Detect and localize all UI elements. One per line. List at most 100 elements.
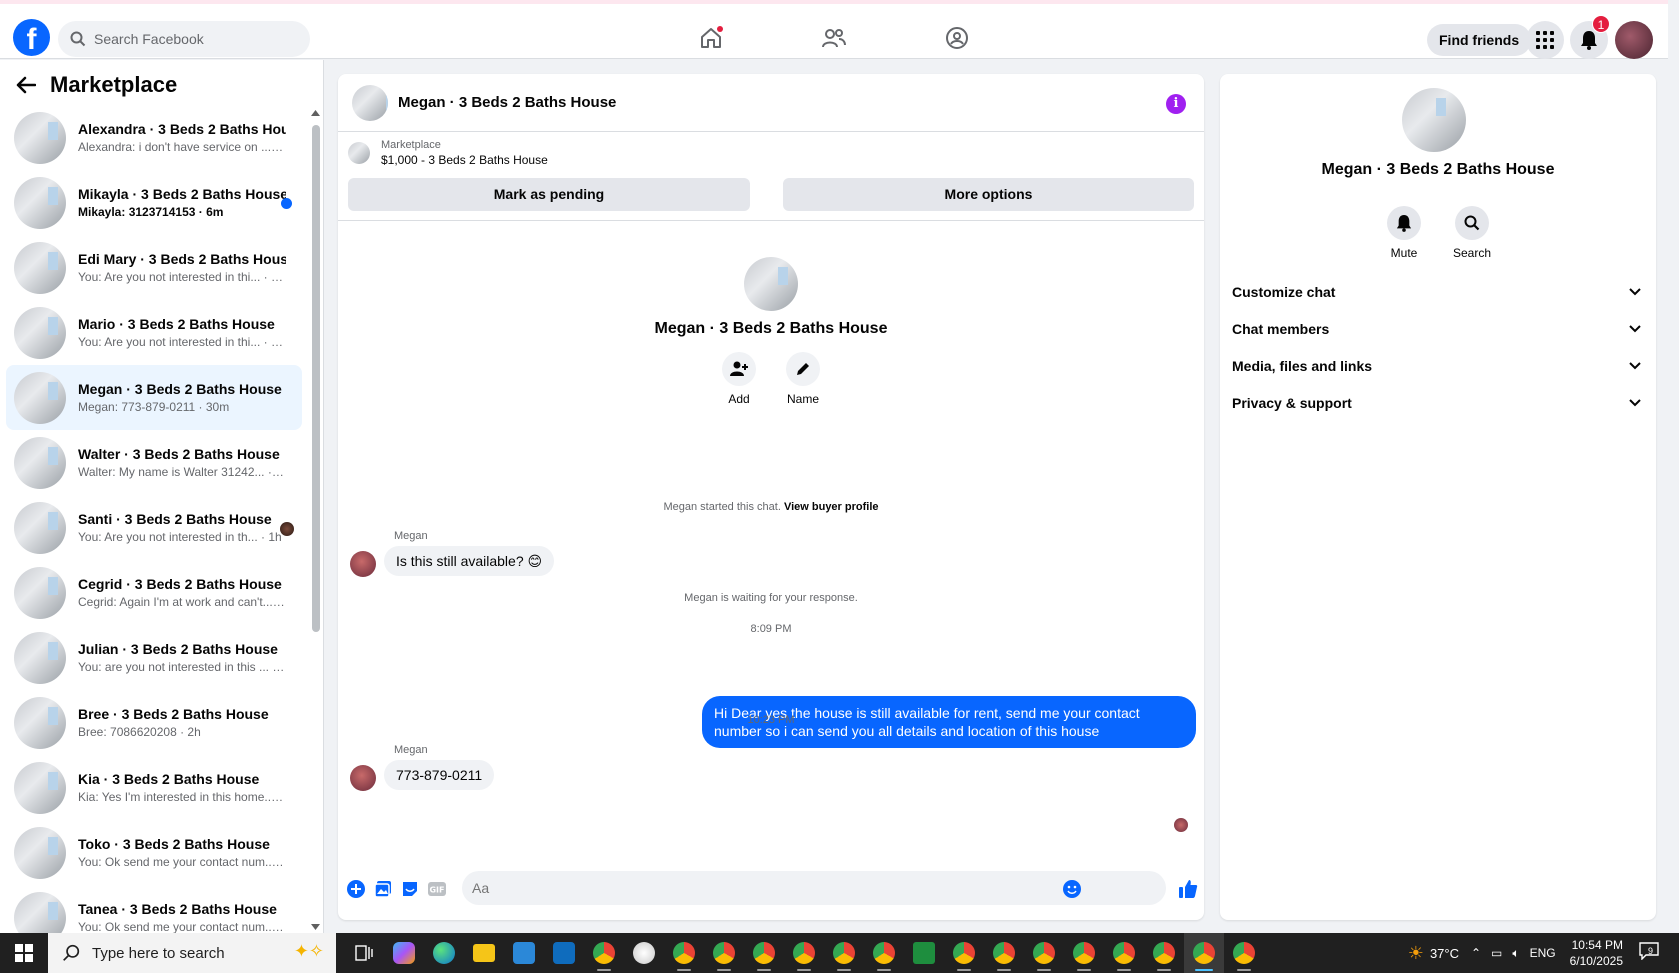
chrome-icon[interactable] xyxy=(864,933,904,973)
conversation-item[interactable]: Julian · 3 Beds 2 Baths House You: are yo… xyxy=(6,625,302,690)
menu-grid-icon[interactable] xyxy=(1526,21,1564,59)
bell-icon xyxy=(1396,215,1412,232)
edge-icon[interactable] xyxy=(424,933,464,973)
conversation-title: Cegrid · 3 Beds 2 Baths House xyxy=(78,576,282,592)
chrome-icon[interactable] xyxy=(664,933,704,973)
media-files-links-section[interactable]: Media, files and links xyxy=(1232,348,1642,384)
chrome-icon[interactable] xyxy=(704,933,744,973)
copilot-icon[interactable] xyxy=(384,933,424,973)
chrome-icon[interactable] xyxy=(944,933,984,973)
mark-as-pending-button[interactable]: Mark as pending xyxy=(348,178,750,211)
thumbs-up-icon[interactable] xyxy=(1178,879,1198,899)
chat-title[interactable]: Megan · 3 Beds 2 Baths House xyxy=(398,94,616,111)
privacy-support-section[interactable]: Privacy & support xyxy=(1232,385,1642,421)
message-composer: GIF xyxy=(338,868,1204,910)
sidebar-scroll-thumb[interactable] xyxy=(312,125,320,632)
sidebar-scrollbar[interactable] xyxy=(311,110,320,930)
search-facebook-input[interactable]: Search Facebook xyxy=(58,21,310,57)
network-icon[interactable]: ▭ xyxy=(1491,946,1502,960)
conversation-item[interactable]: Bree · 3 Beds 2 Baths House Bree: 7086620… xyxy=(6,690,302,755)
message-input[interactable] xyxy=(462,871,1166,905)
outlook-icon[interactable] xyxy=(544,933,584,973)
chrome-icon[interactable] xyxy=(824,933,864,973)
friends-icon[interactable] xyxy=(820,24,848,52)
conversation-snippet: Walter: My name is Walter 31242... · 43m xyxy=(78,465,286,479)
chrome-icon[interactable] xyxy=(1024,933,1064,973)
conversation-title: Alexandra · 3 Beds 2 Baths House xyxy=(78,121,286,137)
chevron-up-icon[interactable]: ⌃ xyxy=(1471,946,1481,960)
sender-avatar[interactable] xyxy=(350,765,376,791)
windows-start-icon[interactable] xyxy=(0,933,48,973)
taskbar-search-input[interactable]: Type here to search ✦✧ xyxy=(48,933,336,973)
emoji-icon[interactable] xyxy=(1062,879,1082,899)
incoming-message[interactable]: 773-879-0211 xyxy=(384,760,495,790)
chat-header: Megan · 3 Beds 2 Baths House i xyxy=(338,74,1204,132)
find-friends-button[interactable]: Find friends xyxy=(1427,24,1532,56)
scroll-down-arrow-icon[interactable] xyxy=(311,924,320,930)
conversation-title: Julian · 3 Beds 2 Baths House xyxy=(78,641,278,657)
temperature[interactable]: 37°C xyxy=(1430,946,1459,961)
listing-thumbnail xyxy=(14,371,66,424)
mute-button[interactable]: Mute xyxy=(1384,206,1424,260)
chat-thumbnail[interactable] xyxy=(352,84,388,121)
chrome-icon[interactable] xyxy=(744,933,784,973)
scroll-up-arrow-icon[interactable] xyxy=(311,110,320,116)
photo-icon[interactable] xyxy=(373,879,393,899)
conversation-item[interactable]: Walter · 3 Beds 2 Baths House Walter: My … xyxy=(6,430,302,495)
edit-name-button[interactable]: Name xyxy=(783,352,823,406)
conversation-item[interactable]: Edi Mary · 3 Beds 2 Baths House You: Are … xyxy=(6,235,302,300)
clock[interactable]: 10:54 PM 6/10/2025 xyxy=(1570,937,1623,969)
chrome-icon[interactable] xyxy=(1144,933,1184,973)
chrome-icon[interactable] xyxy=(784,933,824,973)
search-in-chat-button[interactable]: Search xyxy=(1452,206,1492,260)
back-arrow-icon[interactable] xyxy=(16,76,36,94)
view-buyer-profile-link[interactable]: View buyer profile xyxy=(784,501,879,513)
listing-thumbnail xyxy=(14,566,66,619)
details-thumbnail[interactable] xyxy=(1402,88,1466,152)
conversation-item[interactable]: Cegrid · 3 Beds 2 Baths House Cegrid: Aga… xyxy=(6,560,302,625)
plus-icon[interactable] xyxy=(346,879,366,899)
facebook-logo-icon[interactable]: f xyxy=(13,19,50,56)
notification-center-icon[interactable]: 9 xyxy=(1639,942,1663,964)
chrome-icon[interactable] xyxy=(984,933,1024,973)
chrome-icon-active[interactable] xyxy=(1184,933,1224,973)
conversation-item[interactable]: Santi · 3 Beds 2 Baths House You: Are you… xyxy=(6,495,302,560)
incoming-message[interactable]: Is this still available? 😊 xyxy=(384,546,555,576)
task-view-icon[interactable] xyxy=(344,933,384,973)
profile-avatar[interactable] xyxy=(1615,21,1653,59)
conversation-title: Mikayla · 3 Beds 2 Baths House xyxy=(78,186,286,202)
weather-icon[interactable]: ☀ xyxy=(1408,943,1424,964)
volume-icon[interactable]: 🔈︎ xyxy=(1512,946,1519,961)
more-options-button[interactable]: More options xyxy=(783,178,1194,211)
listing-banner[interactable]: Marketplace $1,000 - 3 Beds 2 Baths Hous… xyxy=(348,139,548,167)
conversation-item[interactable]: Toko · 3 Beds 2 Baths House You: Ok send … xyxy=(6,820,302,885)
conversation-item-active[interactable]: Megan · 3 Beds 2 Baths House Megan: 773-8… xyxy=(6,365,302,430)
chat-members-section[interactable]: Chat members xyxy=(1232,311,1642,347)
chrome-icon[interactable] xyxy=(1224,933,1264,973)
conversation-item[interactable]: Kia · 3 Beds 2 Baths House Kia: Yes I'm i… xyxy=(6,755,302,820)
chrome-icon[interactable] xyxy=(584,933,624,973)
page-scrollbar[interactable] xyxy=(1668,0,1679,933)
listing-thumbnail xyxy=(14,241,66,294)
chrome-icon[interactable] xyxy=(1064,933,1104,973)
sender-avatar[interactable] xyxy=(350,551,376,577)
conversation-item[interactable]: Mikayla · 3 Beds 2 Baths House Mikayla: 3… xyxy=(6,170,302,235)
sheets-icon[interactable] xyxy=(904,933,944,973)
paint-icon[interactable] xyxy=(624,933,664,973)
info-icon[interactable]: i xyxy=(1166,94,1186,114)
gif-icon[interactable]: GIF xyxy=(427,879,447,899)
groups-icon[interactable] xyxy=(943,24,971,52)
add-people-button[interactable]: Add xyxy=(719,352,759,406)
chrome-icon[interactable] xyxy=(1104,933,1144,973)
sticker-icon[interactable] xyxy=(400,879,420,899)
store-icon[interactable] xyxy=(504,933,544,973)
customize-chat-section[interactable]: Customize chat xyxy=(1232,274,1642,310)
timestamp: 8:09 PM xyxy=(750,623,792,635)
conversation-item[interactable]: Mario · 3 Beds 2 Baths House You: Are you… xyxy=(6,300,302,365)
conversation-item[interactable]: Alexandra · 3 Beds 2 Baths House Alexandr… xyxy=(6,105,302,170)
chevron-down-icon xyxy=(1629,288,1641,296)
file-explorer-icon[interactable] xyxy=(464,933,504,973)
pencil-icon xyxy=(797,363,809,375)
language-indicator[interactable]: ENG xyxy=(1530,946,1556,960)
home-icon[interactable] xyxy=(697,24,725,52)
